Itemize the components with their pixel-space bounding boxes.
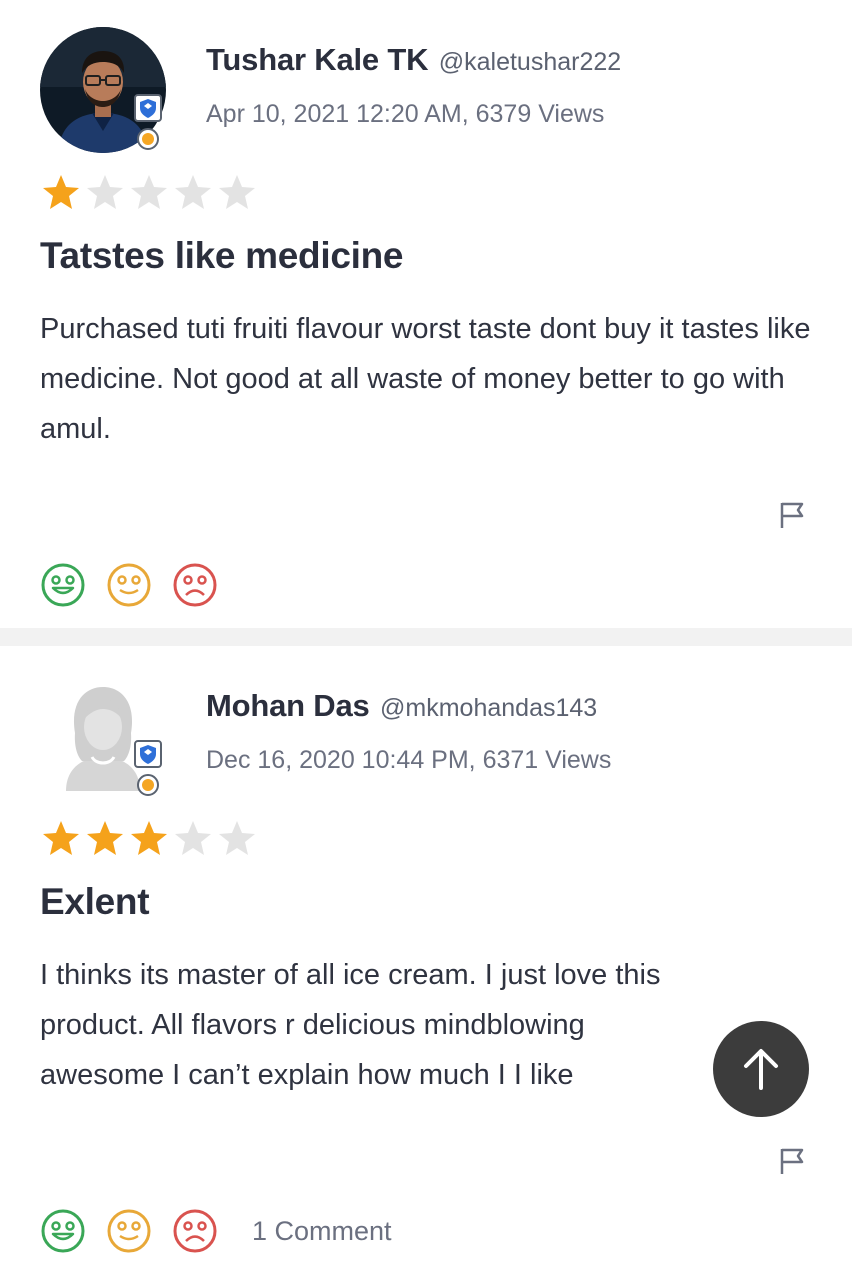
author-name[interactable]: Tushar Kale TK [206,42,428,77]
review-title: Tatstes like medicine [40,235,404,276]
reaction-bar [40,562,252,608]
review-meta: Apr 10, 2021 12:20 AM, 6379 Views [206,100,605,128]
shield-icon [134,740,162,768]
star-empty-icon [175,821,211,855]
comment-count[interactable]: 1 Comment [252,1216,392,1247]
review-title: Exlent [40,881,150,922]
star-empty-icon [87,175,123,209]
star-filled-icon [87,821,123,855]
sad-face-icon[interactable] [172,562,218,608]
review-card: Mohan Das @mkmohandas143 Dec 16, 2020 10… [0,646,852,1280]
star-filled-icon [131,821,167,855]
star-filled-icon [43,821,79,855]
author-handle[interactable]: @kaletushar222 [439,48,621,76]
happy-face-icon[interactable] [40,1208,86,1254]
author-handle[interactable]: @mkmohandas143 [380,694,597,722]
flag-icon[interactable] [778,1146,808,1176]
star-empty-icon [131,175,167,209]
review-body: I thinks its master of all ice cream. I … [40,959,661,1091]
star-rating [40,172,258,212]
neutral-face-icon[interactable] [106,562,152,608]
star-empty-icon [219,175,255,209]
sad-face-icon[interactable] [172,1208,218,1254]
flag-icon[interactable] [778,500,808,530]
star-filled-icon [43,175,79,209]
review-divider [0,628,852,646]
medal-icon [137,774,159,796]
neutral-face-icon[interactable] [106,1208,152,1254]
review-card: Tushar Kale TK @kaletushar222 Apr 10, 20… [0,0,852,628]
star-rating [40,818,258,858]
star-empty-icon [219,821,255,855]
shield-icon [134,94,162,122]
review-meta: Dec 16, 2020 10:44 PM, 6371 Views [206,746,612,774]
scroll-to-top-button[interactable] [713,1021,809,1117]
review-body: Purchased tuti fruiti flavour worst tast… [40,313,811,445]
happy-face-icon[interactable] [40,562,86,608]
medal-icon [137,128,159,150]
reaction-bar: 1 Comment [40,1208,392,1254]
star-empty-icon [175,175,211,209]
author-name[interactable]: Mohan Das [206,688,370,723]
arrow-up-icon [744,1049,778,1090]
